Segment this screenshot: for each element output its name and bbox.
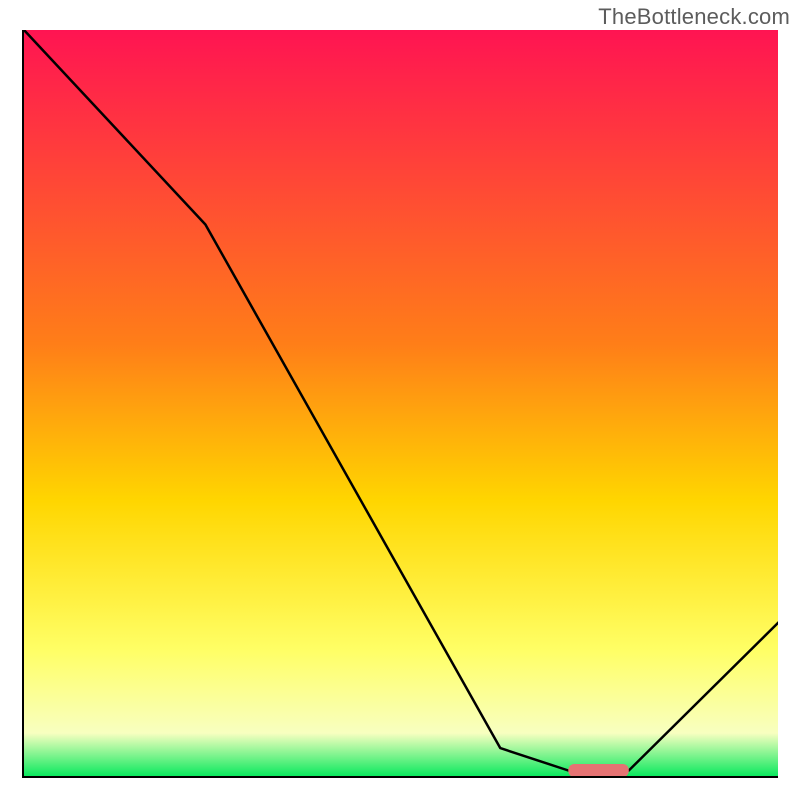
chart-wrapper: TheBottleneck.com (0, 0, 800, 800)
chart-svg (24, 30, 778, 778)
gradient-background (24, 30, 778, 778)
attribution-text: TheBottleneck.com (598, 4, 790, 30)
plot-area (22, 30, 778, 778)
optimal-range-marker (568, 764, 629, 777)
